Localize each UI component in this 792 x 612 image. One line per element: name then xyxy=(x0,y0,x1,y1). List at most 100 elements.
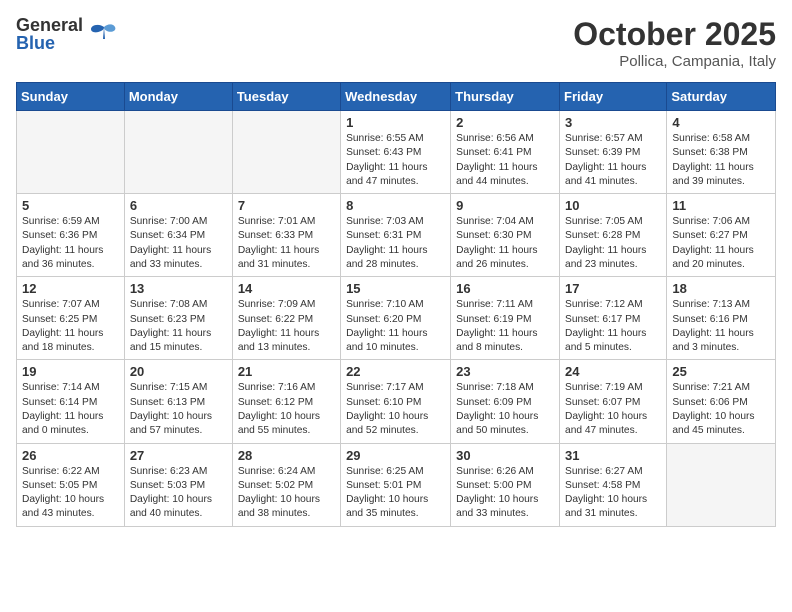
calendar-cell: 29 Sunrise: 6:25 AM Sunset: 5:01 PM Dayli… xyxy=(341,443,451,526)
day-number: 8 xyxy=(346,198,445,213)
calendar-cell: 9 Sunrise: 7:04 AM Sunset: 6:30 PM Daylig… xyxy=(451,194,560,277)
calendar-header-row: SundayMondayTuesdayWednesdayThursdayFrid… xyxy=(17,83,776,111)
day-info: Sunrise: 6:55 AM Sunset: 6:43 PM Dayligh… xyxy=(346,132,445,189)
day-info: Sunrise: 7:05 AM Sunset: 6:28 PM Dayligh… xyxy=(565,215,661,272)
calendar-cell: 16Sunrise: 7:11 AM Sunset: 6:19 PM Dayli… xyxy=(451,277,560,360)
day-info: Sunrise: 6:56 AM Sunset: 6:41 PM Dayligh… xyxy=(456,132,554,189)
day-info: Sunrise: 7:09 AM Sunset: 6:22 PM Dayligh… xyxy=(238,298,335,355)
day-info: Sunrise: 7:00 AM Sunset: 6:34 PM Dayligh… xyxy=(130,215,227,272)
day-header-thursday: Thursday xyxy=(451,83,560,111)
calendar-cell: 20 Sunrise: 7:15 AM Sunset: 6:13 PM Dayli… xyxy=(124,360,232,443)
calendar-cell: 26Sunrise: 6:22 AM Sunset: 5:05 PM Dayli… xyxy=(17,443,125,526)
calendar-cell: 10 Sunrise: 7:05 AM Sunset: 6:28 PM Dayli… xyxy=(560,194,667,277)
calendar-cell: 14 Sunrise: 7:09 AM Sunset: 6:22 PM Dayli… xyxy=(232,277,340,360)
day-number: 21 xyxy=(238,364,335,379)
day-number: 27 xyxy=(130,448,227,463)
day-number: 9 xyxy=(456,198,554,213)
calendar-cell: 22Sunrise: 7:17 AM Sunset: 6:10 PM Dayli… xyxy=(341,360,451,443)
day-number: 14 xyxy=(238,281,335,296)
day-number: 3 xyxy=(565,115,661,130)
day-number: 13 xyxy=(130,281,227,296)
calendar-cell: 31 Sunrise: 6:27 AM Sunset: 4:58 PM Dayli… xyxy=(560,443,667,526)
day-header-saturday: Saturday xyxy=(667,83,776,111)
calendar-cell: 11 Sunrise: 7:06 AM Sunset: 6:27 PM Dayli… xyxy=(667,194,776,277)
title-block: October 2025 Pollica, Campania, Italy xyxy=(573,16,776,70)
day-number: 25 xyxy=(672,364,770,379)
calendar-cell: 4 Sunrise: 6:58 AM Sunset: 6:38 PM Daylig… xyxy=(667,111,776,194)
day-info: Sunrise: 7:15 AM Sunset: 6:13 PM Dayligh… xyxy=(130,381,227,438)
calendar-cell: 25Sunrise: 7:21 AM Sunset: 6:06 PM Dayli… xyxy=(667,360,776,443)
day-header-friday: Friday xyxy=(560,83,667,111)
day-number: 10 xyxy=(565,198,661,213)
day-info: Sunrise: 7:19 AM Sunset: 6:07 PM Dayligh… xyxy=(565,381,661,438)
day-number: 29 xyxy=(346,448,445,463)
day-info: Sunrise: 7:18 AM Sunset: 6:09 PM Dayligh… xyxy=(456,381,554,438)
day-info: Sunrise: 6:25 AM Sunset: 5:01 PM Dayligh… xyxy=(346,465,445,522)
calendar-cell: 17Sunrise: 7:12 AM Sunset: 6:17 PM Dayli… xyxy=(560,277,667,360)
day-number: 19 xyxy=(22,364,119,379)
day-number: 11 xyxy=(672,198,770,213)
day-info: Sunrise: 6:59 AM Sunset: 6:36 PM Dayligh… xyxy=(22,215,119,272)
day-info: Sunrise: 7:04 AM Sunset: 6:30 PM Dayligh… xyxy=(456,215,554,272)
day-number: 4 xyxy=(672,115,770,130)
day-number: 17 xyxy=(565,281,661,296)
calendar-cell: 8 Sunrise: 7:03 AM Sunset: 6:31 PM Daylig… xyxy=(341,194,451,277)
calendar-cell: 30Sunrise: 6:26 AM Sunset: 5:00 PM Dayli… xyxy=(451,443,560,526)
day-header-monday: Monday xyxy=(124,83,232,111)
calendar-week-row: 12Sunrise: 7:07 AM Sunset: 6:25 PM Dayli… xyxy=(17,277,776,360)
day-info: Sunrise: 6:57 AM Sunset: 6:39 PM Dayligh… xyxy=(565,132,661,189)
day-info: Sunrise: 6:23 AM Sunset: 5:03 PM Dayligh… xyxy=(130,465,227,522)
calendar-cell: 12Sunrise: 7:07 AM Sunset: 6:25 PM Dayli… xyxy=(17,277,125,360)
day-info: Sunrise: 7:06 AM Sunset: 6:27 PM Dayligh… xyxy=(672,215,770,272)
day-info: Sunrise: 7:14 AM Sunset: 6:14 PM Dayligh… xyxy=(22,381,119,438)
day-number: 23 xyxy=(456,364,554,379)
page-header: General Blue October 2025 Pollica, Campa… xyxy=(16,16,776,70)
location-subtitle: Pollica, Campania, Italy xyxy=(573,53,776,70)
calendar-cell: 13 Sunrise: 7:08 AM Sunset: 6:23 PM Dayli… xyxy=(124,277,232,360)
day-number: 6 xyxy=(130,198,227,213)
calendar-week-row: 5 Sunrise: 6:59 AM Sunset: 6:36 PM Daylig… xyxy=(17,194,776,277)
calendar-cell: 21 Sunrise: 7:16 AM Sunset: 6:12 PM Dayli… xyxy=(232,360,340,443)
day-header-sunday: Sunday xyxy=(17,83,125,111)
calendar-cell: 15Sunrise: 7:10 AM Sunset: 6:20 PM Dayli… xyxy=(341,277,451,360)
day-info: Sunrise: 6:58 AM Sunset: 6:38 PM Dayligh… xyxy=(672,132,770,189)
calendar-cell: 27 Sunrise: 6:23 AM Sunset: 5:03 PM Dayli… xyxy=(124,443,232,526)
logo-blue: Blue xyxy=(16,34,83,52)
day-info: Sunrise: 7:03 AM Sunset: 6:31 PM Dayligh… xyxy=(346,215,445,272)
calendar-cell xyxy=(667,443,776,526)
day-info: Sunrise: 7:01 AM Sunset: 6:33 PM Dayligh… xyxy=(238,215,335,272)
logo-general: General xyxy=(16,16,83,34)
day-number: 15 xyxy=(346,281,445,296)
day-info: Sunrise: 6:24 AM Sunset: 5:02 PM Dayligh… xyxy=(238,465,335,522)
calendar-cell: 3 Sunrise: 6:57 AM Sunset: 6:39 PM Daylig… xyxy=(560,111,667,194)
day-header-tuesday: Tuesday xyxy=(232,83,340,111)
calendar-cell: 23 Sunrise: 7:18 AM Sunset: 6:09 PM Dayli… xyxy=(451,360,560,443)
logo-text: General Blue xyxy=(16,16,83,52)
calendar-week-row: 1Sunrise: 6:55 AM Sunset: 6:43 PM Daylig… xyxy=(17,111,776,194)
calendar-cell: 1Sunrise: 6:55 AM Sunset: 6:43 PM Daylig… xyxy=(341,111,451,194)
day-info: Sunrise: 6:27 AM Sunset: 4:58 PM Dayligh… xyxy=(565,465,661,522)
day-number: 7 xyxy=(238,198,335,213)
day-info: Sunrise: 7:17 AM Sunset: 6:10 PM Dayligh… xyxy=(346,381,445,438)
day-number: 30 xyxy=(456,448,554,463)
day-number: 5 xyxy=(22,198,119,213)
calendar-cell: 2 Sunrise: 6:56 AM Sunset: 6:41 PM Daylig… xyxy=(451,111,560,194)
calendar-cell xyxy=(124,111,232,194)
day-number: 18 xyxy=(672,281,770,296)
day-number: 31 xyxy=(565,448,661,463)
calendar-cell: 5 Sunrise: 6:59 AM Sunset: 6:36 PM Daylig… xyxy=(17,194,125,277)
day-info: Sunrise: 7:08 AM Sunset: 6:23 PM Dayligh… xyxy=(130,298,227,355)
calendar-cell: 28 Sunrise: 6:24 AM Sunset: 5:02 PM Dayli… xyxy=(232,443,340,526)
day-header-wednesday: Wednesday xyxy=(341,83,451,111)
month-title: October 2025 xyxy=(573,16,776,53)
logo-bird-icon xyxy=(89,19,119,49)
day-number: 28 xyxy=(238,448,335,463)
day-info: Sunrise: 7:13 AM Sunset: 6:16 PM Dayligh… xyxy=(672,298,770,355)
day-info: Sunrise: 7:16 AM Sunset: 6:12 PM Dayligh… xyxy=(238,381,335,438)
calendar-week-row: 19 Sunrise: 7:14 AM Sunset: 6:14 PM Dayli… xyxy=(17,360,776,443)
calendar-cell: 6 Sunrise: 7:00 AM Sunset: 6:34 PM Daylig… xyxy=(124,194,232,277)
calendar-cell: 18 Sunrise: 7:13 AM Sunset: 6:16 PM Dayli… xyxy=(667,277,776,360)
day-number: 2 xyxy=(456,115,554,130)
day-number: 26 xyxy=(22,448,119,463)
day-number: 20 xyxy=(130,364,227,379)
